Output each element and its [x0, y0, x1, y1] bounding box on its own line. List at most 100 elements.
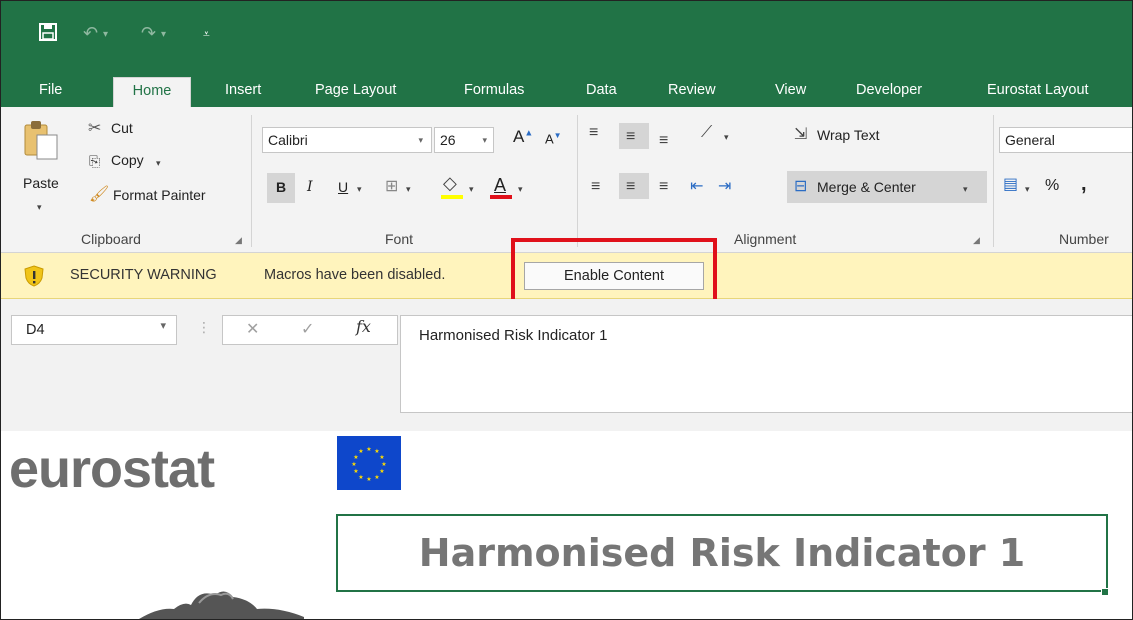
redo-dropdown-icon[interactable]: ▾: [161, 29, 166, 40]
paste-icon[interactable]: [23, 117, 59, 161]
merge-center-dropdown-icon[interactable]: ▾: [963, 181, 968, 197]
merge-center-button[interactable]: Merge & Center: [817, 179, 916, 195]
security-warning-title: SECURITY WARNING: [70, 267, 217, 283]
customize-qat-icon[interactable]: ⩡: [203, 27, 210, 42]
warning-shield-icon: [24, 265, 44, 287]
number-format-select[interactable]: General: [999, 127, 1132, 153]
excel-window: ↶ ▾ ↷ ▾ ⩡ File Home Insert Page Layout F…: [0, 0, 1133, 620]
svg-text:★: ★: [374, 474, 379, 481]
eu-flag-icon: ★ ★★ ★★★ ★★★ ★★★: [337, 436, 401, 490]
paste-dropdown-icon[interactable]: ▾: [37, 199, 42, 215]
worksheet-area[interactable]: eurostat ★ ★ ★ ★ ★ ★ ★ ★ ★ ★ ★ ★ Harmonised Risk…: [1, 431, 1132, 619]
tab-review[interactable]: Review: [658, 77, 726, 107]
borders-icon[interactable]: ⊞: [385, 179, 398, 195]
tab-page-layout[interactable]: Page Layout: [305, 77, 406, 107]
align-bottom-icon[interactable]: ≡: [659, 133, 668, 149]
orientation-icon[interactable]: ⟋: [701, 125, 712, 141]
font-color-dropdown-icon[interactable]: ▾: [518, 181, 523, 197]
alignment-launcher-icon[interactable]: ◢: [973, 235, 980, 246]
orientation-dropdown-icon[interactable]: ▾: [724, 129, 729, 145]
font-name-select[interactable]: Calibri ▾: [262, 127, 432, 153]
tab-home[interactable]: Home: [113, 77, 191, 107]
comma-style-button[interactable]: ,: [1081, 173, 1087, 196]
align-top-icon[interactable]: ≡: [589, 125, 598, 141]
percent-style-button[interactable]: %: [1045, 177, 1059, 195]
copy-button[interactable]: Copy: [111, 152, 144, 168]
ribbon-tabs: File Home Insert Page Layout Formulas Da…: [1, 71, 1132, 107]
increase-indent-icon[interactable]: ⇥: [718, 179, 731, 195]
svg-text:★: ★: [353, 454, 358, 461]
svg-text:★: ★: [379, 468, 384, 475]
insert-function-icon[interactable]: fx: [356, 317, 371, 336]
tab-eurostat-layout[interactable]: Eurostat Layout: [977, 77, 1099, 107]
undo-dropdown-icon[interactable]: ▾: [103, 29, 108, 40]
svg-text:★: ★: [358, 448, 363, 455]
formula-input[interactable]: Harmonised Risk Indicator 1: [400, 315, 1132, 413]
paste-button[interactable]: Paste: [23, 175, 59, 191]
tab-developer[interactable]: Developer: [846, 77, 932, 107]
fill-color-swatch: [441, 195, 463, 199]
enter-check-icon[interactable]: ✓: [301, 319, 314, 339]
cell-title-text: Harmonised Risk Indicator 1: [418, 531, 1026, 575]
font-size-select[interactable]: 26 ▾: [434, 127, 494, 153]
name-box-dropdown-icon[interactable]: ▾: [160, 319, 166, 332]
align-center-icon[interactable]: ≡: [626, 179, 635, 195]
decrease-font-size-icon[interactable]: A▼: [545, 131, 562, 146]
fill-color-dropdown-icon[interactable]: ▾: [469, 181, 474, 197]
security-warning-message: Macros have been disabled.: [264, 267, 446, 283]
svg-text:★: ★: [351, 461, 356, 468]
divider: [577, 115, 578, 247]
selected-cell-d4[interactable]: Harmonised Risk Indicator 1: [336, 514, 1108, 592]
decrease-indent-icon[interactable]: ⇤: [690, 179, 703, 195]
copy-dropdown-icon[interactable]: ▾: [156, 155, 161, 171]
name-box[interactable]: D4 ▾: [11, 315, 177, 345]
ribbon-home: Paste ▾ ✂ Cut ⎘ Copy ▾ 🖌 Format Painter …: [1, 107, 1132, 253]
underline-button[interactable]: U: [338, 179, 348, 195]
clipboard-group-label: Clipboard: [81, 231, 141, 247]
fill-handle[interactable]: [1101, 588, 1109, 596]
save-icon[interactable]: [39, 23, 57, 41]
number-group-label: Number: [1059, 231, 1109, 247]
divider: [251, 115, 252, 247]
undo-icon[interactable]: ↶: [83, 23, 98, 44]
number-format-value: General: [1005, 132, 1055, 148]
tab-file[interactable]: File: [29, 77, 72, 107]
clipboard-launcher-icon[interactable]: ◢: [235, 235, 242, 246]
cancel-icon[interactable]: ✕: [246, 319, 259, 339]
accounting-dropdown-icon[interactable]: ▾: [1025, 181, 1030, 197]
accounting-format-icon[interactable]: ▤: [1003, 177, 1018, 193]
fill-color-icon[interactable]: ◇: [443, 174, 457, 192]
tab-data[interactable]: Data: [576, 77, 627, 107]
bold-button[interactable]: B: [276, 179, 286, 195]
svg-text:★: ★: [353, 468, 358, 475]
increase-font-size-icon[interactable]: A▲: [513, 127, 533, 147]
formula-text: Harmonised Risk Indicator 1: [419, 327, 608, 344]
font-name-dropdown-icon: ▾: [418, 135, 423, 145]
borders-dropdown-icon[interactable]: ▾: [406, 181, 411, 197]
align-right-icon[interactable]: ≡: [659, 179, 668, 195]
font-color-button[interactable]: A: [494, 175, 506, 196]
wrap-text-icon: ⇲: [794, 126, 808, 143]
font-size-dropdown-icon: ▾: [482, 135, 487, 145]
wrap-text-button[interactable]: Wrap Text: [817, 127, 880, 143]
quick-access-toolbar: ↶ ▾ ↷ ▾ ⩡: [1, 1, 1132, 71]
tab-formulas[interactable]: Formulas: [454, 77, 534, 107]
scissors-icon: ✂: [88, 120, 102, 137]
tab-view[interactable]: View: [765, 77, 816, 107]
ornament-image: [139, 591, 304, 619]
align-middle-icon[interactable]: ≡: [626, 129, 635, 145]
svg-text:★: ★: [358, 474, 363, 481]
tab-insert[interactable]: Insert: [215, 77, 271, 107]
font-name-value: Calibri: [268, 132, 308, 148]
formula-bar-grip-icon[interactable]: ⋮: [197, 319, 211, 336]
merge-center-icon: ⊟: [794, 178, 808, 195]
alignment-group-label: Alignment: [734, 231, 797, 247]
svg-text:★: ★: [366, 476, 371, 483]
cut-button[interactable]: Cut: [111, 120, 133, 136]
format-painter-button[interactable]: Format Painter: [113, 187, 206, 203]
underline-dropdown-icon[interactable]: ▾: [357, 181, 362, 197]
svg-text:★: ★: [381, 461, 386, 468]
italic-button[interactable]: I: [307, 179, 313, 195]
align-left-icon[interactable]: ≡: [591, 179, 600, 195]
redo-icon[interactable]: ↷: [141, 23, 156, 44]
